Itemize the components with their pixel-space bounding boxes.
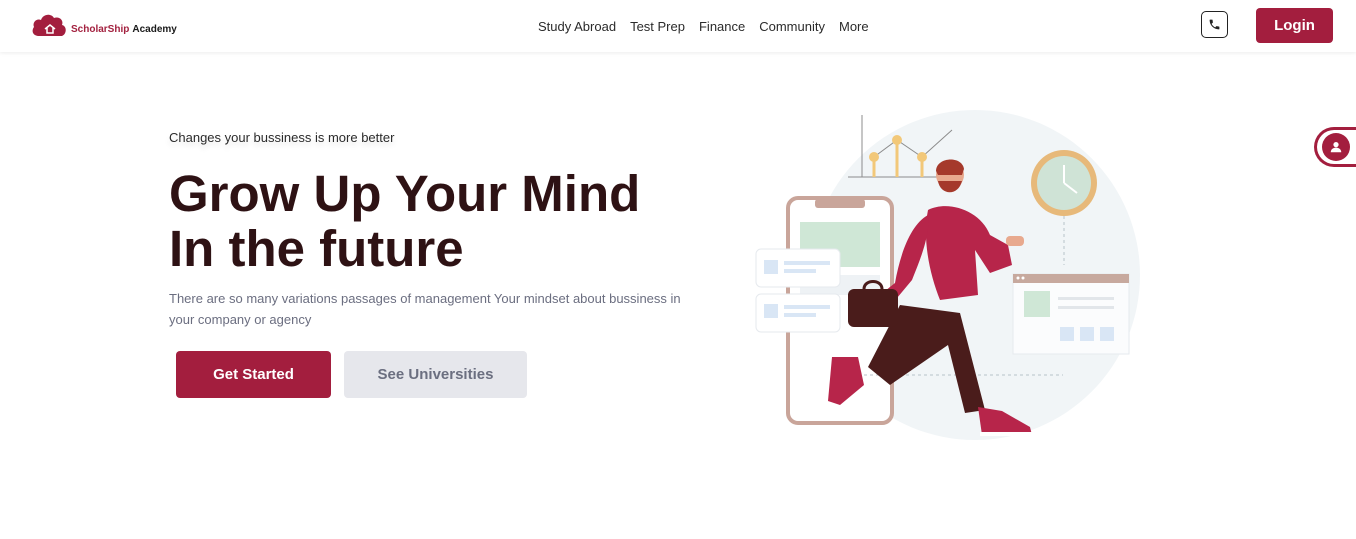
logo-brand: ScholarShip — [71, 23, 130, 35]
login-button[interactable]: Login — [1256, 8, 1333, 43]
logo-suffix: Academy — [132, 23, 177, 35]
side-user-tab[interactable] — [1314, 127, 1356, 167]
phone-button[interactable] — [1201, 11, 1228, 38]
nav-finance[interactable]: Finance — [699, 19, 745, 34]
main-nav: Study Abroad Test Prep Finance Community… — [538, 0, 869, 52]
phone-icon — [1209, 19, 1220, 30]
headline-line-1: Grow Up Your Mind — [169, 165, 641, 222]
cloud-logo-icon — [32, 14, 66, 36]
nav-test-prep[interactable]: Test Prep — [630, 19, 685, 34]
user-icon — [1330, 142, 1342, 153]
logo[interactable]: ScholarShip Academy — [31, 12, 177, 40]
hero-description: There are so many variations passages of… — [169, 291, 681, 327]
logo-text: ScholarShip Academy — [71, 24, 177, 35]
top-navbar: ScholarShip Academy Study Abroad Test Pr… — [0, 0, 1356, 52]
hero-headline: Grow Up Your Mind In the future — [169, 166, 640, 276]
side-tab-badge — [1322, 133, 1350, 161]
headline-line-2: In the future — [169, 220, 464, 277]
hero-tagline: Changes your bussiness is more better — [169, 130, 395, 145]
nav-more[interactable]: More — [839, 19, 869, 34]
get-started-button[interactable]: Get Started — [176, 351, 331, 398]
briefcase-icon — [848, 289, 898, 327]
see-universities-button[interactable]: See Universities — [344, 351, 527, 398]
nav-community[interactable]: Community — [759, 19, 825, 34]
nav-study-abroad[interactable]: Study Abroad — [538, 19, 616, 34]
hero-illustration — [755, 110, 1140, 440]
